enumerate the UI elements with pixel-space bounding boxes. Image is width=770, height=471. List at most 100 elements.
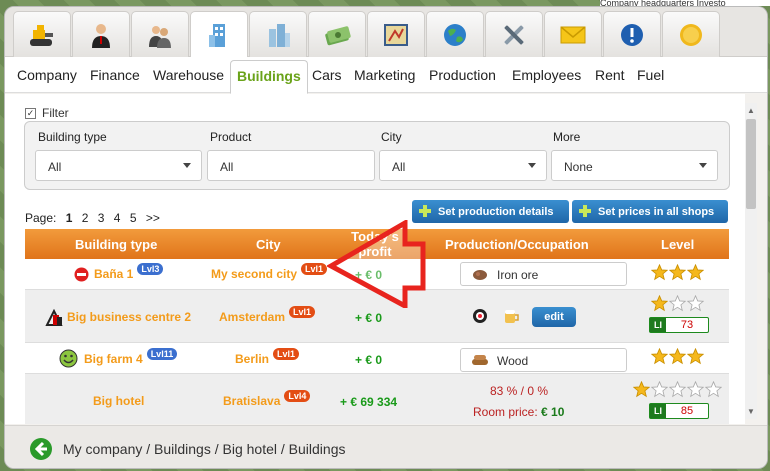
- pager-label: Page:: [25, 211, 57, 225]
- filter-product-label: Product: [210, 130, 252, 144]
- tab-map[interactable]: [367, 11, 425, 57]
- tab-coins[interactable]: [662, 11, 720, 57]
- buildings-window: Company Finance Warehouse Buildings Cars…: [4, 6, 768, 469]
- scroll-thumb[interactable]: [746, 119, 756, 209]
- tab-marketing[interactable]: Marketing: [354, 67, 415, 83]
- page-link[interactable]: 4: [114, 211, 121, 225]
- building-profit: + € 0: [355, 353, 383, 367]
- page-next[interactable]: >>: [146, 211, 160, 225]
- filter-checkbox[interactable]: ✓: [25, 107, 36, 119]
- page-current: 1: [65, 211, 73, 225]
- employees-icon: [149, 25, 171, 48]
- page-link[interactable]: 3: [98, 211, 105, 225]
- filter-toggle[interactable]: ✓ Filter: [25, 106, 69, 120]
- tab-buildings[interactable]: [190, 11, 248, 58]
- building-city[interactable]: Bratislava Lvl4: [223, 390, 311, 408]
- city-select[interactable]: All: [379, 150, 547, 181]
- tab-employees-text[interactable]: Employees: [512, 67, 581, 83]
- tab-rent[interactable]: Rent: [595, 67, 625, 83]
- room-price: Room price: € 10: [473, 405, 565, 419]
- building-name[interactable]: Big farm 4 Lvl11: [84, 348, 178, 366]
- tab-fuel[interactable]: Fuel: [637, 67, 664, 83]
- tab-info[interactable]: [603, 11, 661, 57]
- more-select[interactable]: None: [551, 150, 718, 181]
- map-icon: [384, 23, 408, 46]
- building-name[interactable]: Big hotel: [93, 394, 144, 408]
- coin-icon: [680, 23, 702, 46]
- tab-finance[interactable]: Finance: [90, 67, 140, 83]
- tab-employees[interactable]: [131, 11, 189, 57]
- tab-businessman[interactable]: [72, 11, 130, 57]
- header-level[interactable]: Level: [661, 237, 694, 252]
- plus-icon: [579, 205, 591, 217]
- production-field[interactable]: Wood: [460, 348, 627, 372]
- edit-button[interactable]: edit: [532, 307, 576, 327]
- star-empty-icon: [651, 381, 668, 398]
- sushi-icon: [473, 309, 487, 323]
- tab-buildings-text[interactable]: Buildings: [230, 60, 308, 94]
- tab-money[interactable]: [308, 11, 366, 57]
- breadcrumb-footer: My company / Buildings / Big hotel / Bui…: [5, 425, 767, 468]
- filter-city-label: City: [381, 130, 402, 144]
- building-type-value: All: [48, 160, 62, 174]
- star-empty-icon: [669, 295, 686, 312]
- building-name[interactable]: Baña 1 Lvl3: [94, 263, 164, 281]
- more-value: None: [564, 160, 593, 174]
- page-link[interactable]: 2: [82, 211, 89, 225]
- businessman-icon: [92, 23, 110, 48]
- tab-cars[interactable]: Cars: [312, 67, 342, 83]
- page-link[interactable]: 5: [130, 211, 137, 225]
- production-value: Wood: [497, 354, 529, 368]
- building-profit: + € 69 334: [340, 395, 398, 409]
- star-empty-icon: [669, 381, 686, 398]
- city-value: All: [392, 160, 406, 174]
- license-label: LI: [650, 404, 666, 418]
- occupation-rate: 83 % / 0 %: [490, 384, 549, 398]
- tab-warehouse[interactable]: Warehouse: [153, 67, 224, 83]
- table-row[interactable]: Big farm 4 Lvl11 Berlin Lvl1 + € 0 Wood: [25, 344, 729, 374]
- tab-globe[interactable]: [426, 11, 484, 57]
- pagination: Page: 1 2 3 4 5 >>: [25, 211, 166, 225]
- tab-bulldozer[interactable]: [13, 11, 71, 57]
- product-input[interactable]: All: [207, 150, 375, 181]
- tab-tools[interactable]: [485, 11, 543, 57]
- red-arrow-annotation: [327, 220, 426, 308]
- header-production[interactable]: Production/Occupation: [445, 237, 589, 252]
- content-scrollbar[interactable]: ▲ ▼: [745, 103, 757, 419]
- building-city[interactable]: My second city Lvl1: [211, 263, 328, 281]
- back-arrow-icon[interactable]: [29, 437, 53, 461]
- header-city[interactable]: City: [256, 237, 281, 252]
- chevron-down-icon: [699, 163, 707, 168]
- star-filled-icon: [633, 381, 650, 398]
- building-name[interactable]: Big business centre 2: [67, 310, 191, 324]
- license-level-value: 85: [680, 405, 694, 417]
- tab-production[interactable]: Production: [429, 67, 496, 83]
- set-production-label: Set production details: [438, 205, 554, 218]
- set-production-button[interactable]: Set production details: [412, 200, 569, 223]
- tab-messages[interactable]: [544, 11, 602, 57]
- building-city[interactable]: Berlin Lvl1: [235, 348, 300, 366]
- scroll-up-icon[interactable]: ▲: [747, 106, 755, 115]
- set-prices-button[interactable]: Set prices in all shops: [572, 200, 728, 223]
- tab-skyscrapers[interactable]: [249, 11, 307, 57]
- beer-icon: [505, 310, 519, 323]
- table-row[interactable]: Big hotel Bratislava Lvl4 + € 69 334 83 %…: [25, 374, 729, 424]
- iron-ore-icon: [473, 270, 487, 280]
- nav-tab-bar: Company Finance Warehouse Buildings Cars…: [5, 57, 767, 94]
- tab-company[interactable]: Company: [17, 67, 77, 83]
- building-city[interactable]: Amsterdam Lvl1: [219, 306, 316, 324]
- building-level-badge: Lvl3: [137, 263, 164, 275]
- building-type-select[interactable]: All: [35, 150, 202, 181]
- star-filled-icon: [651, 295, 668, 312]
- production-field[interactable]: Iron ore: [460, 262, 627, 286]
- level-stars: [651, 264, 704, 281]
- header-building-type[interactable]: Building type: [75, 237, 157, 252]
- scroll-down-icon[interactable]: ▼: [747, 407, 755, 416]
- star-filled-icon: [669, 264, 686, 281]
- star-filled-icon: [651, 264, 668, 281]
- icon-tab-bar: [5, 7, 767, 58]
- breadcrumb: My company / Buildings / Big hotel / Bui…: [63, 441, 346, 457]
- city-level-badge: Lvl1: [289, 306, 316, 318]
- license-level-value: 73: [680, 319, 694, 331]
- city-level-badge: Lvl4: [284, 390, 311, 402]
